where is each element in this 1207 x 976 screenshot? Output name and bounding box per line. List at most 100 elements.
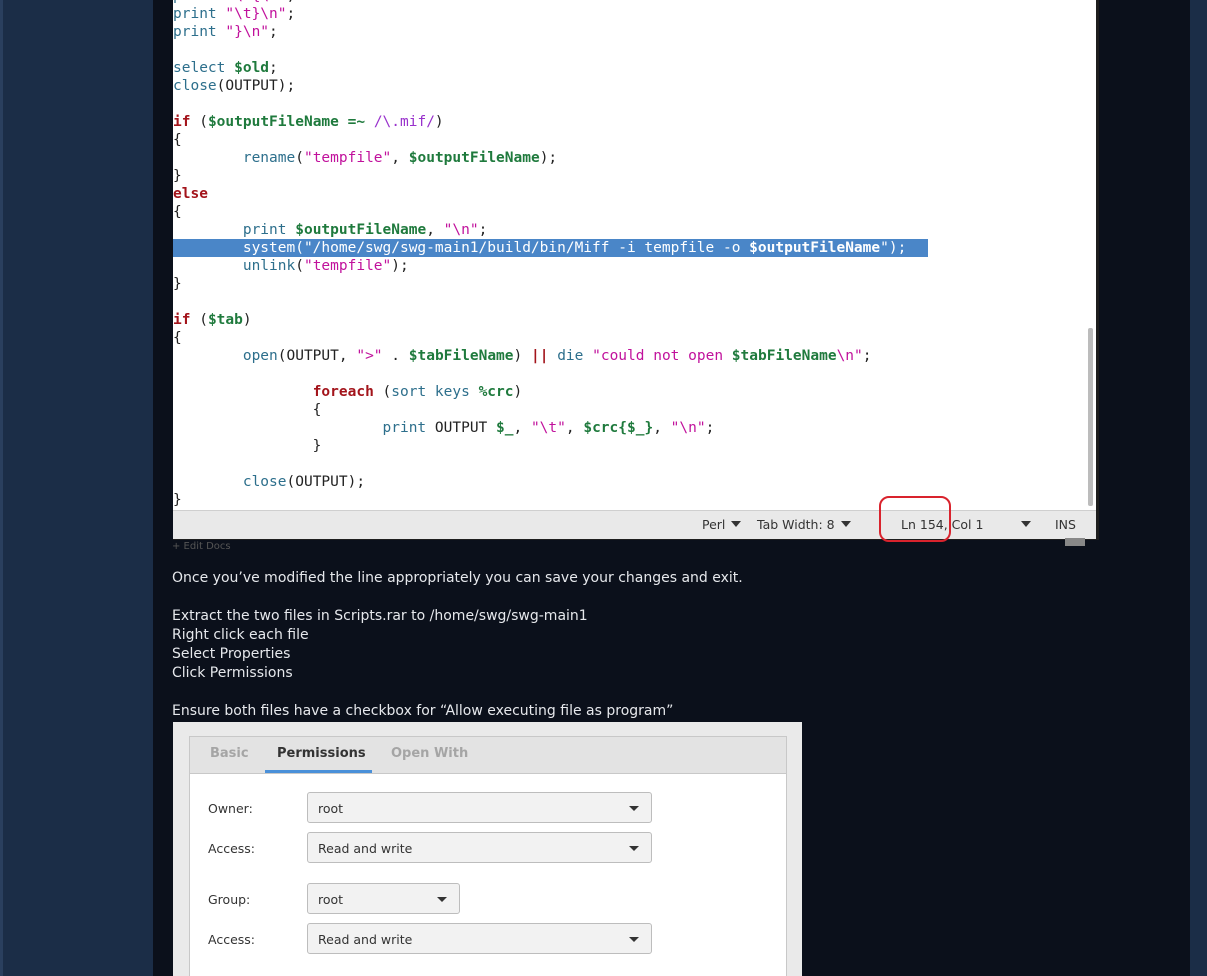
code-line[interactable]: if ($outputFileName =~ /\.mif/) (173, 113, 1088, 131)
code-token: else (173, 186, 208, 202)
code-token: \n" (836, 348, 863, 364)
code-token: print (173, 24, 226, 40)
code-token: { (173, 402, 322, 418)
code-token: system("/home/swg/swg-main1/build/bin/Mi… (173, 240, 750, 256)
code-line[interactable] (173, 455, 1088, 473)
code-token: print (382, 420, 435, 436)
owner-value: root (318, 801, 344, 816)
step-line: Right click each file (172, 627, 309, 643)
code-line[interactable] (173, 41, 1088, 59)
code-line[interactable]: open(OUTPUT, ">" . $tabFileName) || die … (173, 347, 1088, 365)
code-line[interactable]: unlink("tempfile"); (173, 257, 1088, 275)
code-token: $tabFileName (731, 348, 837, 364)
code-token: , (653, 420, 671, 436)
properties-dialog-screenshot: Basic Permissions Open With Owner: root … (173, 722, 802, 976)
code-token: close (173, 78, 217, 94)
cut-caption: + Edit Docs (172, 541, 231, 552)
code-line[interactable] (173, 365, 1088, 383)
step-line: Click Permissions (172, 665, 293, 681)
group-select[interactable]: root (307, 883, 460, 914)
code-token: $old (234, 60, 270, 76)
code-token: ); (539, 150, 558, 166)
code-token: $crc{$_} (583, 420, 654, 436)
chevron-down-icon (629, 846, 639, 851)
code-line[interactable]: select $old; (173, 59, 1088, 77)
code-token: ( (295, 150, 304, 166)
language-selector[interactable]: Perl (702, 517, 742, 532)
code-token: ; (705, 420, 715, 436)
code-line[interactable]: else (173, 185, 1088, 203)
code-line[interactable] (173, 95, 1088, 113)
group-access-select[interactable]: Read and write (307, 923, 652, 954)
owner-access-select[interactable]: Read and write (307, 832, 652, 863)
tab-width-selector[interactable]: Tab Width: 8 (757, 517, 851, 532)
code-token: "\n" (443, 222, 479, 238)
group-value: root (318, 892, 344, 907)
code-line[interactable]: foreach (sort keys %crc) (173, 383, 1088, 401)
code-token: ); (391, 258, 409, 274)
code-token: { (173, 330, 182, 346)
code-token: close (242, 474, 287, 490)
code-token: sort keys (391, 384, 479, 400)
code-token: "\n" (670, 420, 706, 436)
code-line[interactable]: print "}\n"; (173, 23, 1088, 41)
code-line[interactable]: print OUTPUT $_, "\t", $crc{$_}, "\n"; (173, 419, 1088, 437)
code-line[interactable]: } (173, 167, 1088, 185)
cut-fragment (1065, 538, 1085, 546)
active-tab-indicator (265, 770, 372, 773)
code-token: "tempfile" (303, 258, 392, 274)
code-editor-screenshot: print "\t{\n"; print "\t}\n";print "}\n"… (173, 0, 1099, 540)
position-dropdown[interactable] (1015, 517, 1031, 532)
code-token: ( (295, 258, 304, 274)
tab-basic[interactable]: Basic (210, 746, 249, 761)
code-token: "tempfile" (303, 150, 392, 166)
chevron-down-icon (629, 806, 639, 811)
code-token: $outputFileName (295, 222, 427, 238)
code-token: if (173, 114, 191, 130)
code-line[interactable]: rename("tempfile", $outputFileName); (173, 149, 1088, 167)
code-token: ">" (356, 348, 383, 364)
code-token: ) (434, 114, 444, 130)
code-line[interactable] (173, 293, 1088, 311)
code-line[interactable]: { (173, 131, 1088, 149)
editor-statusbar: Perl Tab Width: 8 Ln 154, Col 1 INS (173, 510, 1096, 539)
paragraph-ensure: Ensure both files have a checkbox for “A… (172, 703, 674, 719)
code-token: print (173, 0, 225, 4)
code-token: (OUTPUT); (286, 474, 366, 490)
tab-open-with[interactable]: Open With (391, 746, 468, 761)
paragraph-save: Once you’ve modified the line appropriat… (172, 570, 743, 586)
code-token: print (173, 6, 226, 22)
code-token: { (173, 132, 182, 148)
code-line[interactable]: print $outputFileName, "\n"; (173, 221, 1088, 239)
code-line[interactable]: { (173, 329, 1088, 347)
code-line[interactable]: { (173, 203, 1088, 221)
tab-permissions[interactable]: Permissions (277, 746, 366, 761)
code-line[interactable]: close(OUTPUT); (173, 77, 1088, 95)
chevron-down-icon (437, 897, 447, 902)
code-line[interactable]: } (173, 275, 1088, 293)
code-token: ; (862, 348, 872, 364)
code-line[interactable]: if ($tab) (173, 311, 1088, 329)
sidebar-edge (0, 0, 3, 976)
code-token: || (530, 348, 549, 364)
code-token: (OUTPUT, (277, 348, 357, 364)
code-token: "\t{\n" (225, 0, 286, 4)
code-line[interactable]: print "\t}\n"; (173, 5, 1088, 23)
code-token: =~ (338, 114, 374, 130)
code-line[interactable]: close(OUTPUT); (173, 473, 1088, 491)
chevron-down-icon (731, 521, 742, 527)
owner-label: Owner: (208, 801, 253, 816)
code-line[interactable]: } (173, 437, 1088, 455)
code-token: "\t}\n" (225, 6, 287, 22)
code-token: OUTPUT (434, 420, 497, 436)
code-area: print "\t{\n"; print "\t}\n";print "}\n"… (173, 0, 1088, 509)
code-line[interactable]: system("/home/swg/swg-main1/build/bin/Mi… (173, 239, 928, 257)
owner-select[interactable]: root (307, 792, 652, 823)
editor-scrollbar[interactable] (1088, 328, 1093, 506)
code-token: { (173, 204, 182, 220)
code-line[interactable]: { (173, 401, 1088, 419)
code-token: } (173, 438, 322, 454)
